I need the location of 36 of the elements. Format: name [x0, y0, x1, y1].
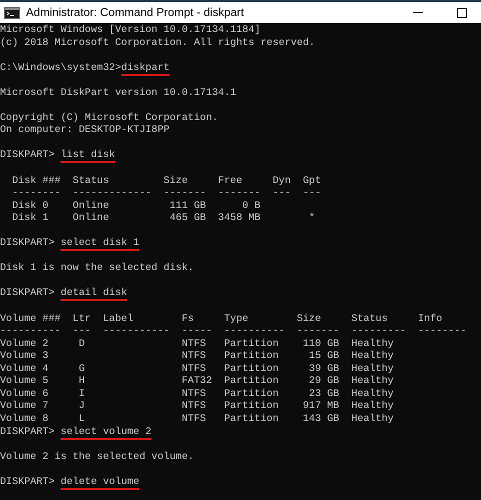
console-line: Disk 1 is now the selected disk.	[0, 263, 194, 276]
console-line: Volume ### Ltr Label Fs Type Size Status Info	[0, 314, 442, 326]
console-line: Volume 8 L NTFS Partition 143 GB Healthy	[0, 414, 394, 426]
console-line: Copyright (C) Microsoft Corporation.	[0, 112, 218, 125]
prompt-text: DISKPART>	[0, 426, 56, 440]
console-line: Volume 2 is the selected volume.	[0, 452, 194, 464]
command-text: diskpart	[121, 62, 170, 76]
console-line: Volume 2 D NTFS Partition 110 GB Healthy	[0, 338, 394, 350]
console-line: (c) 2018 Microsoft Corporation. All rights reserved.	[0, 38, 315, 50]
console-line: On computer: DESKTOP-KTJI8PP	[0, 125, 170, 138]
command-text: list disk	[60, 150, 116, 164]
console-line: Volume 4 G NTFS Partition 39 GB Healthy	[0, 364, 394, 376]
console-line: Microsoft Windows [Version 10.0.17134.1184]	[0, 25, 260, 38]
console-line: Disk ### Status Size Free Dyn Gpt	[11, 176, 322, 188]
console-line: Volume 3 NTFS Partition 15 GB Healthy	[0, 351, 394, 364]
prompt-text: DISKPART>	[0, 476, 56, 490]
console-line: Disk 0 Online 111 GB 0 B	[11, 200, 260, 212]
console-line: Volume 6 I NTFS Partition 23 GB Healthy	[0, 388, 394, 400]
console-icon	[4, 6, 20, 18]
console-line: Volume 7 J NTFS Partition 917 MB Healthy	[0, 401, 394, 414]
maximize-icon	[457, 8, 467, 18]
console-line: Disk 1 Online 465 GB 3458 MB *	[11, 213, 315, 226]
console-line: -------- ------------- ------- ------- --- ---	[11, 188, 322, 200]
prompt-text: DISKPART>	[0, 288, 56, 302]
console-line: Volume 5 H FAT32 Partition 29 GB Healthy	[0, 376, 394, 388]
console-line: Microsoft DiskPart version 10.0.17134.1	[0, 88, 236, 100]
minimize-icon	[413, 12, 423, 13]
command-text: delete volume	[60, 476, 140, 490]
console-line: ---------- --- ----------- ----- ---------- ------- --------- --------	[0, 326, 466, 338]
prompt-text: C:\Windows\system32>	[0, 62, 122, 76]
window-title: Administrator: Command Prompt - diskpart	[26, 6, 245, 18]
command-text: select disk 1	[60, 238, 140, 251]
command-text: select volume 2	[60, 426, 152, 440]
prompt-text: DISKPART>	[0, 150, 56, 164]
command-text: detail disk	[60, 288, 128, 302]
prompt-text: DISKPART>	[0, 238, 56, 251]
